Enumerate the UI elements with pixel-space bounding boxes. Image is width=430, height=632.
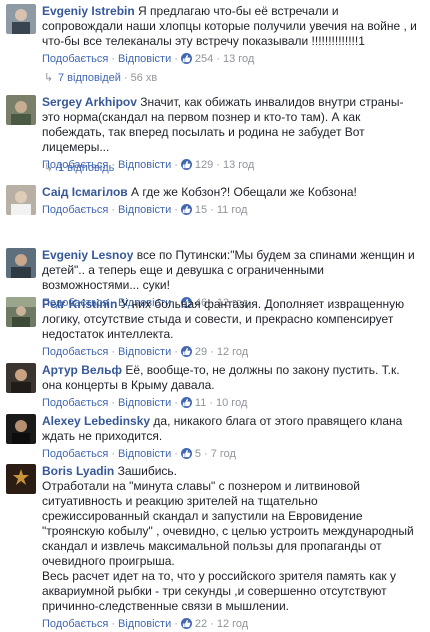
comment-author[interactable]: Alexey Lebedinsky <box>42 414 150 428</box>
reply-arrow-icon: ↳ <box>44 162 54 174</box>
comment-text: А где же Кобзон?! Обещали же Кобзона! <box>131 185 357 199</box>
reply-button[interactable]: Відповісти <box>118 397 171 409</box>
like-count[interactable]: 129 <box>195 159 213 171</box>
avatar[interactable] <box>6 297 36 327</box>
comment-actions: Подобається · Відповісти · 254 · 13 год <box>42 53 255 65</box>
like-icon <box>180 159 192 170</box>
like-count[interactable]: 22 <box>195 618 207 630</box>
like-button[interactable]: Подобається <box>42 448 108 460</box>
reply-button[interactable]: Відповісти <box>118 448 171 460</box>
comment-time[interactable]: 13 год <box>223 159 254 171</box>
replies-count[interactable]: 7 відповідей <box>58 72 121 84</box>
like-button[interactable]: Подобається <box>42 397 108 409</box>
like-icon <box>180 397 192 408</box>
reply-arrow-icon: ↳ <box>44 72 54 84</box>
comment-author[interactable]: Саід Ісмагілов <box>42 185 128 199</box>
like-button[interactable]: Подобається <box>42 346 108 358</box>
like-icon <box>180 448 192 459</box>
comment-author[interactable]: Sergey Arkhipov <box>42 95 137 109</box>
replies-toggle[interactable]: ↳ 7 відповідей · 56 хв <box>44 71 157 86</box>
comment-time[interactable]: 10 год <box>216 397 247 409</box>
comment-author[interactable]: Артур Вельф <box>42 363 122 377</box>
like-count[interactable]: 29 <box>195 346 207 358</box>
like-icon <box>180 618 192 629</box>
reply-button[interactable]: Відповісти <box>118 204 171 216</box>
avatar[interactable] <box>6 248 36 278</box>
reply-button[interactable]: Відповісти <box>118 159 171 171</box>
like-icon <box>180 204 192 215</box>
avatar[interactable] <box>6 185 36 215</box>
like-count[interactable]: 15 <box>195 204 207 216</box>
comment-text-paragraph: Отработали на "минута славы" с познером … <box>42 479 414 568</box>
comment-author[interactable]: Boris Lyadin <box>42 464 114 478</box>
avatar[interactable] <box>6 4 36 34</box>
avatar[interactable] <box>6 414 36 444</box>
comment-actions: Подобається · Відповісти · 15 · 11 год <box>42 204 248 216</box>
like-icon <box>180 53 192 64</box>
like-button[interactable]: Подобається <box>42 618 108 630</box>
avatar[interactable] <box>6 363 36 393</box>
reply-button[interactable]: Відповісти <box>118 618 171 630</box>
comment-author[interactable]: Evgeniy Istrebin <box>42 4 135 18</box>
avatar[interactable] <box>6 95 36 125</box>
comment-time[interactable]: 7 год <box>211 448 236 460</box>
replies-toggle[interactable]: ↳ 1 відповідь <box>44 161 114 176</box>
comment-author[interactable]: Petr Kristinin <box>42 297 117 311</box>
comment-text-paragraph: Весь расчет идет на то, что у российског… <box>42 569 396 613</box>
reply-button[interactable]: Відповісти <box>118 53 171 65</box>
comment-time[interactable]: 11 год <box>217 204 248 216</box>
like-count[interactable]: 254 <box>195 53 213 65</box>
like-button[interactable]: Подобається <box>42 53 108 65</box>
comment-text: Зашибись. <box>117 464 177 478</box>
comment-time[interactable]: 12 год <box>217 346 248 358</box>
like-count[interactable]: 11 <box>195 397 206 409</box>
comment-time[interactable]: 12 год <box>217 618 248 630</box>
reply-button[interactable]: Відповісти <box>118 346 171 358</box>
replies-count[interactable]: 1 відповідь <box>58 162 114 174</box>
replies-time: 56 хв <box>130 72 158 84</box>
comment-actions: Подобається · Відповісти · 11 · 10 год <box>42 397 248 409</box>
like-button[interactable]: Подобається <box>42 204 108 216</box>
comment-author[interactable]: Evgeniy Lesnoy <box>42 248 133 262</box>
comment-actions: Подобається · Відповісти · 22 · 12 год <box>42 618 249 630</box>
like-icon <box>180 346 192 357</box>
comment-time[interactable]: 13 год <box>223 53 254 65</box>
avatar[interactable] <box>6 464 36 494</box>
comment-actions: Подобається · Відповісти · 5 · 7 год <box>42 448 236 460</box>
comment-actions: Подобається · Відповісти · 29 · 12 год <box>42 346 249 358</box>
